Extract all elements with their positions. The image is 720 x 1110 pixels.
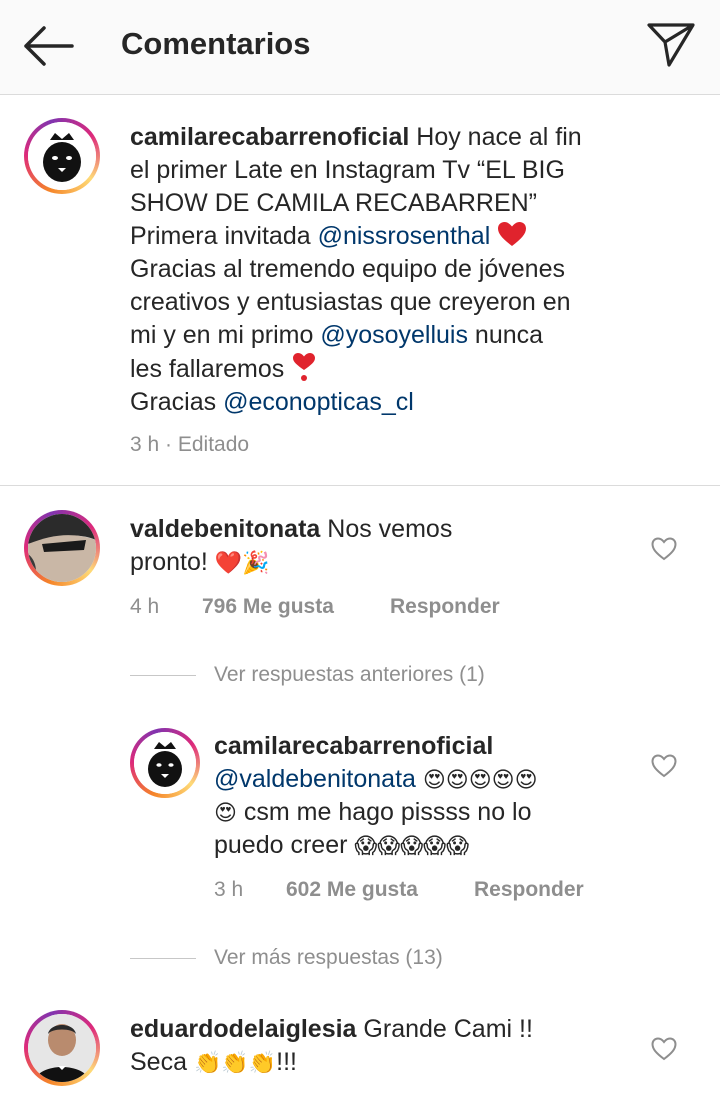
- caption-line: nunca: [467, 321, 544, 349]
- comment-text: valdebenitonata Nos vemos pronto! ❤️🎉: [130, 513, 630, 579]
- post-caption: camilarecabarrenoficial Hoy nace al fin …: [0, 94, 720, 486]
- view-previous-replies[interactable]: Ver respuestas anteriores (1): [214, 663, 485, 687]
- like-heart-icon[interactable]: [651, 537, 677, 561]
- caption-line: el primer Late en Instagram Tv “EL BIG: [130, 156, 565, 184]
- caption-line: mi y en mi primo: [130, 321, 321, 349]
- likes-count[interactable]: 796 Me gusta: [202, 595, 334, 618]
- like-heart-icon[interactable]: [651, 1037, 677, 1061]
- view-more-replies[interactable]: Ver más respuestas (13): [214, 946, 443, 970]
- caption-text: camilarecabarrenoficial Hoy nace al fin …: [130, 121, 700, 419]
- divider-line: [130, 675, 196, 676]
- emoji-heart-eyes: 😍: [214, 800, 237, 825]
- caption-line: Hoy nace al fin: [416, 123, 582, 151]
- page-title: Comentarios: [121, 26, 311, 61]
- comment-text: eduardodelaiglesia Grande Cami !! Seca 👏…: [130, 1013, 630, 1079]
- reply-button[interactable]: Responder: [474, 878, 584, 901]
- caption-line: Gracias al tremendo equipo de jóvenes: [130, 255, 565, 283]
- like-heart-icon[interactable]: [651, 754, 677, 778]
- comment-line: pronto!: [130, 548, 215, 576]
- reply-wrap: Responder: [474, 878, 584, 902]
- reply-line: puedo creer: [214, 831, 355, 859]
- mention-link[interactable]: @nissrosenthal: [318, 222, 491, 250]
- red-heart-icon: [498, 222, 527, 246]
- top-bar: Comentarios: [0, 0, 720, 95]
- caption-timestamp: 3 h · Editado: [130, 433, 250, 456]
- reply-text: camilarecabarrenoficial @valdebenitonata…: [214, 730, 634, 862]
- reply-wrap: Responder: [390, 595, 500, 619]
- comment-line: Seca: [130, 1048, 194, 1076]
- comment-time: 4 h: [130, 595, 160, 618]
- mention-link[interactable]: @yosoyelluis: [320, 321, 468, 349]
- likes-count[interactable]: 602 Me gusta: [286, 878, 418, 901]
- mention-link[interactable]: @econopticas_cl: [223, 388, 414, 416]
- heart-exclamation-icon: [293, 353, 316, 381]
- caption-line: SHOW DE CAMILA RECABARREN”: [130, 189, 538, 217]
- avatar[interactable]: [24, 118, 100, 194]
- caption-username[interactable]: camilarecabarrenoficial: [130, 123, 409, 151]
- caption-line: creativos y entusiastas que creyeron en: [130, 288, 571, 316]
- comment-username[interactable]: eduardodelaiglesia: [130, 1015, 356, 1043]
- reply-time: 3 h: [214, 878, 244, 901]
- divider-line: [130, 958, 196, 959]
- reply-likes: 602 Me gusta: [286, 878, 418, 902]
- reply-button[interactable]: Responder: [390, 595, 500, 618]
- direct-send-icon[interactable]: [646, 20, 696, 68]
- caption-line: Gracias: [130, 388, 224, 416]
- comment-line: Nos vemos: [327, 515, 453, 543]
- avatar[interactable]: [130, 728, 200, 798]
- emoji-heart-eyes: 😍😍😍😍😍: [422, 767, 538, 792]
- caption-line: Primera invitada: [130, 222, 318, 250]
- reply-username[interactable]: camilarecabarrenoficial: [214, 732, 493, 760]
- profile-photo: [28, 1014, 96, 1082]
- comment-likes: 796 Me gusta: [202, 595, 334, 619]
- comment-line: Grande Cami !!: [363, 1015, 533, 1043]
- emoji-heart-party: ❤️🎉: [214, 550, 270, 575]
- panther-logo-icon: [28, 122, 96, 190]
- profile-photo: [28, 514, 96, 582]
- panther-logo-icon: [134, 732, 196, 794]
- caption-line: les fallaremos: [130, 355, 292, 383]
- emoji-scream: 😱😱😱😱😱: [354, 833, 470, 858]
- comment-username[interactable]: valdebenitonata: [130, 515, 320, 543]
- emoji-clapping: 👏👏👏: [193, 1050, 277, 1075]
- back-arrow-icon[interactable]: [22, 24, 74, 68]
- avatar[interactable]: [24, 510, 100, 586]
- comment-line: !!!: [276, 1048, 297, 1076]
- reply-line: csm me hago pissss no lo: [236, 798, 532, 826]
- avatar[interactable]: [24, 1010, 100, 1086]
- mention-link[interactable]: @valdebenitonata: [214, 765, 416, 793]
